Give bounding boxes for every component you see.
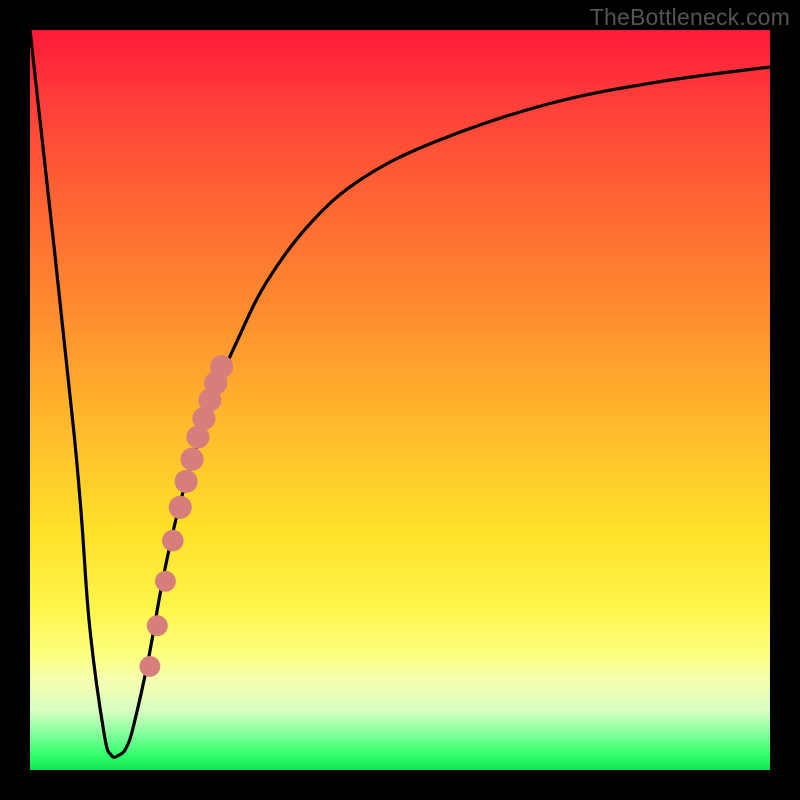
- chart-svg: [30, 30, 770, 770]
- highlight-dot: [162, 530, 184, 552]
- watermark-text: TheBottleneck.com: [590, 4, 790, 31]
- highlight-dot: [175, 470, 198, 493]
- highlight-dot: [210, 355, 233, 378]
- chart-frame: TheBottleneck.com: [0, 0, 800, 800]
- highlight-dot: [147, 615, 168, 636]
- highlight-dot: [155, 571, 176, 592]
- bottleneck-curve-path: [30, 30, 770, 757]
- plot-area: [30, 30, 770, 770]
- highlight-dot: [139, 656, 160, 677]
- highlight-dots-group: [139, 355, 233, 677]
- highlight-dot: [169, 496, 192, 519]
- highlight-dot: [181, 448, 204, 471]
